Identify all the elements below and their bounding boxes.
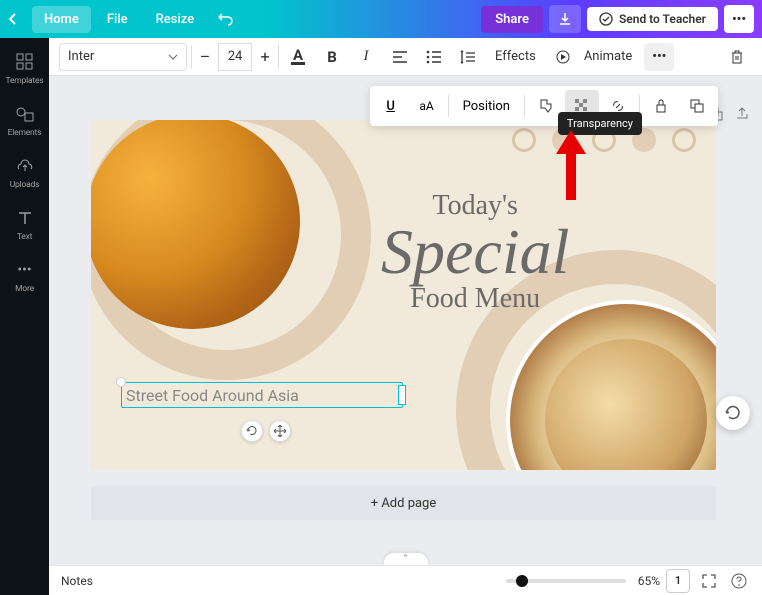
spacing-button[interactable]: [453, 43, 483, 71]
headline-line2: Special: [381, 226, 569, 277]
text-icon: [15, 208, 35, 228]
elements-icon: [15, 104, 35, 124]
underline-button[interactable]: U: [374, 90, 408, 122]
notes-button[interactable]: Notes: [61, 574, 93, 588]
sidebar-item-templates[interactable]: Templates: [0, 50, 49, 88]
file-button[interactable]: File: [95, 6, 140, 33]
bottom-bar: Notes 65% 1: [49, 565, 762, 595]
share-button[interactable]: Share: [481, 6, 543, 33]
home-button[interactable]: Home: [32, 6, 91, 33]
sidebar-item-uploads[interactable]: Uploads: [0, 154, 49, 192]
top-header: Home File Resize Share Send to Teacher •…: [0, 0, 762, 38]
more-icon: •••: [15, 260, 35, 280]
move-icon[interactable]: [269, 420, 291, 442]
page-export-icon[interactable]: [732, 104, 752, 124]
page-indicator[interactable]: 1: [666, 569, 690, 593]
undo-icon[interactable]: [218, 12, 240, 26]
effects-button[interactable]: Effects: [487, 45, 544, 68]
rotate-handle[interactable]: [116, 377, 126, 387]
zoom-slider[interactable]: [506, 579, 626, 583]
context-toolbar: U aA Position: [370, 86, 718, 126]
sidebar-item-elements[interactable]: Elements: [0, 102, 49, 140]
element-quick-controls: [241, 420, 291, 442]
font-size-increase[interactable]: +: [252, 43, 278, 71]
animate-icon[interactable]: [548, 43, 578, 71]
chevron-down-icon: [168, 54, 178, 60]
font-selector[interactable]: Inter: [59, 43, 187, 71]
toolbar-more-button[interactable]: •••: [644, 43, 674, 71]
help-icon[interactable]: [728, 570, 750, 592]
uploads-icon: [15, 156, 35, 176]
lock-button[interactable]: [644, 90, 678, 122]
send-teacher-button[interactable]: Send to Teacher: [587, 7, 718, 31]
position-button[interactable]: Position: [453, 99, 520, 114]
design-page[interactable]: Today's Special Food Menu Street Food Ar…: [91, 120, 716, 470]
delete-button[interactable]: [722, 43, 752, 71]
download-button[interactable]: [549, 5, 581, 33]
floating-action-button[interactable]: [716, 396, 750, 430]
check-circle-icon: [599, 12, 613, 26]
templates-icon: [15, 52, 35, 72]
headline-line3: Food Menu: [381, 283, 569, 315]
collapse-handle[interactable]: ⌃: [384, 553, 428, 565]
animate-button[interactable]: Animate: [576, 45, 640, 68]
list-button[interactable]: [419, 43, 449, 71]
selected-text-element[interactable]: Street Food Around Asia: [121, 382, 403, 408]
font-size-group: – 24 +: [191, 43, 279, 71]
annotation-arrow-icon: [551, 130, 591, 200]
duplicate-button[interactable]: [680, 90, 714, 122]
header-more-button[interactable]: •••: [724, 5, 754, 33]
fullscreen-icon[interactable]: [698, 570, 720, 592]
left-sidebar: Templates Elements Uploads Text ••• More: [0, 38, 49, 595]
add-page-button[interactable]: + Add page: [91, 486, 716, 520]
resize-button[interactable]: Resize: [144, 6, 207, 33]
sidebar-item-more[interactable]: ••• More: [0, 258, 49, 296]
uppercase-button[interactable]: aA: [410, 90, 444, 122]
font-size-decrease[interactable]: –: [192, 43, 218, 71]
canvas-area[interactable]: U aA Position Transparency: [49, 76, 762, 565]
headline-group[interactable]: Today's Special Food Menu: [381, 190, 569, 315]
font-size-value[interactable]: 24: [218, 44, 252, 70]
text-color-button[interactable]: A: [283, 43, 313, 71]
sidebar-item-text[interactable]: Text: [0, 206, 49, 244]
align-button[interactable]: [385, 43, 415, 71]
back-chevron-icon[interactable]: [8, 13, 28, 25]
rotate-icon[interactable]: [241, 420, 263, 442]
italic-button[interactable]: I: [351, 43, 381, 71]
text-toolbar: Inter – 24 + A B I Effects Animate •••: [49, 38, 762, 76]
zoom-value[interactable]: 65%: [638, 574, 660, 588]
bold-button[interactable]: B: [317, 43, 347, 71]
